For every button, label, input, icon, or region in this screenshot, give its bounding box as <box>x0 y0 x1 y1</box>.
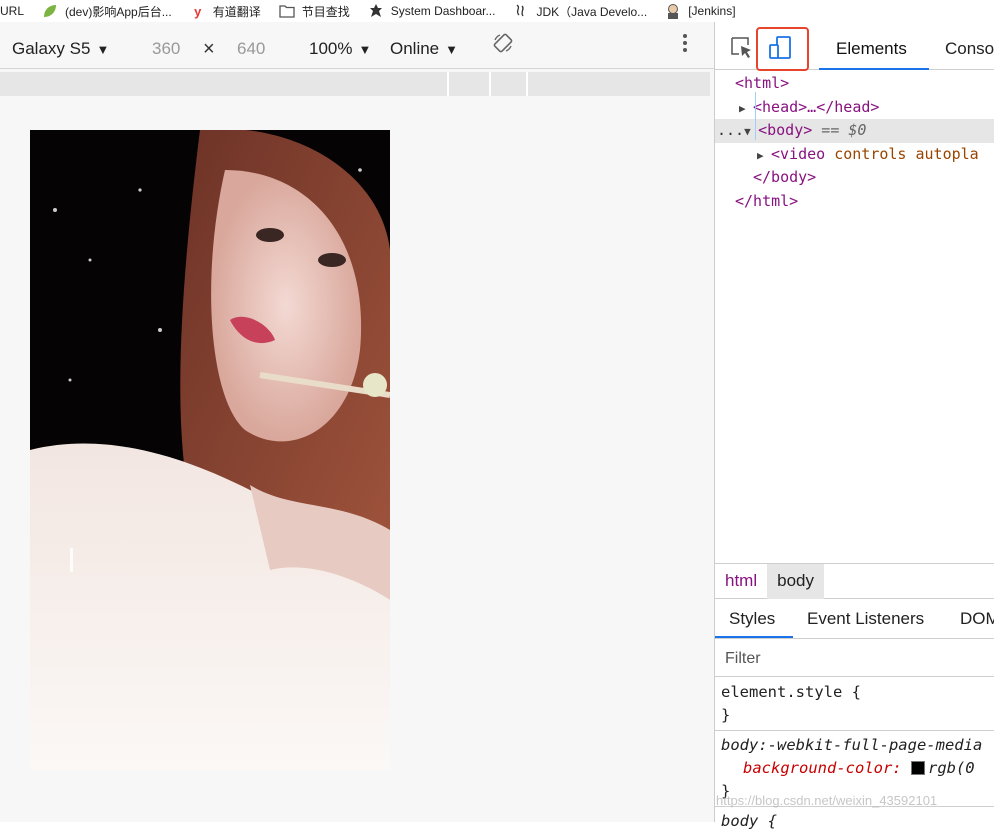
bookmarks-bar: URL (dev)影响App后台... y 有道翻译 节目查找 System D… <box>0 0 994 22</box>
bookmark-label: System Dashboar... <box>390 4 496 18</box>
indent-guide <box>755 92 756 140</box>
tab-event-listeners[interactable]: Event Listeners <box>807 609 924 629</box>
video-player[interactable] <box>30 130 390 770</box>
bookmark-system-dashboard[interactable]: System Dashboar... <box>368 3 496 19</box>
bookmark-label: [Jenkins] <box>688 4 736 18</box>
devtools-tabbar: Elements Conso <box>715 27 994 71</box>
style-rule-element[interactable]: element.style { } <box>715 678 994 731</box>
youdao-icon: y <box>194 3 202 19</box>
expand-triangle-icon[interactable]: ▶ <box>757 144 771 168</box>
bookmark-label: URL <box>0 4 25 18</box>
tag-text: <html> <box>735 74 790 92</box>
breadcrumb: html body <box>715 563 994 599</box>
zoom-value: 100% <box>309 39 353 58</box>
bookmark-program-search[interactable]: 节目查找 <box>279 3 350 20</box>
folder-icon <box>279 3 295 19</box>
rule-close: } <box>721 706 731 724</box>
active-tab-indicator <box>819 68 929 70</box>
attr-text: controls autopla <box>825 144 979 163</box>
width-input[interactable]: 360 <box>152 39 180 59</box>
expand-triangle-icon[interactable]: ▶ <box>739 97 753 121</box>
dom-node-video[interactable]: ▶ <video controls autopla <box>715 143 994 167</box>
bookmark-youdao[interactable]: y 有道翻译 <box>190 3 261 20</box>
jdk-icon <box>513 3 529 19</box>
toolbar-divider <box>0 68 714 69</box>
styles-pane: element.style { } body:-webkit-full-page… <box>715 678 994 836</box>
tab-styles[interactable]: Styles <box>729 609 775 629</box>
tag-text: <video <box>771 144 826 163</box>
caret-down-icon: ▼ <box>358 41 372 57</box>
device-name: Galaxy S5 <box>12 39 91 58</box>
inspect-element-icon[interactable] <box>729 35 755 61</box>
tab-elements[interactable]: Elements <box>836 39 907 59</box>
dom-tree: <html> ▶ <head>…</head> ...▼ <body> == $0 … <box>715 72 994 213</box>
property-name: background-color: <box>743 759 902 777</box>
tag-text: <body> <box>758 121 813 139</box>
watermark: https://blog.csdn.net/weixin_43592101 <box>716 793 938 808</box>
node-actions-ellipsis[interactable]: ... <box>717 121 744 139</box>
rule-selector: body:-webkit-full-page-media <box>721 736 983 754</box>
filter-input[interactable] <box>719 645 994 673</box>
bookmark-jdk[interactable]: JDK（Java Develo... <box>513 3 647 20</box>
dom-node-body-close[interactable]: </body> <box>715 166 994 190</box>
bookmark-label: 节目查找 <box>301 4 350 19</box>
tab-dom-breakpoints[interactable]: DOM <box>960 609 994 629</box>
tag-text: <head>…</head> <box>753 97 880 116</box>
bookmark-dev-app[interactable]: (dev)影响App后台... <box>42 3 172 20</box>
rule-selector: element.style { <box>721 683 861 701</box>
bookmark-url[interactable]: URL <box>0 4 24 18</box>
bookmark-jenkins[interactable]: [Jenkins] <box>665 3 736 19</box>
breadcrumb-body[interactable]: body <box>767 563 824 599</box>
bookmark-label: 有道翻译 <box>212 4 261 19</box>
devtools-panel: Elements Conso <html> ▶ <head>…</head> ..… <box>714 22 994 830</box>
caret-down-icon: ▼ <box>445 41 459 57</box>
dom-node-html[interactable]: <html> <box>715 72 994 96</box>
tag-text: </html> <box>735 191 799 210</box>
dashboard-icon <box>368 3 384 19</box>
device-toolbar: Galaxy S5 ▼ 360 × 640 100% ▼ Online ▼ <box>0 30 714 69</box>
leaf-icon <box>42 3 58 19</box>
tag-text: </body> <box>753 168 817 186</box>
jenkins-icon <box>665 3 681 19</box>
network-throttle-select[interactable]: Online ▼ <box>390 39 458 59</box>
active-subtab-indicator <box>715 636 793 638</box>
more-vertical-icon[interactable] <box>682 32 688 54</box>
styles-filter <box>715 641 994 677</box>
selected-node-marker: == $0 <box>812 121 867 139</box>
color-swatch-icon[interactable] <box>910 761 925 775</box>
style-declaration[interactable]: background-color: rgb(0 <box>721 757 989 780</box>
height-input[interactable]: 640 <box>237 39 265 59</box>
bookmark-label: (dev)影响App后台... <box>65 4 172 19</box>
media-query-bar[interactable] <box>0 72 710 96</box>
dom-node-head[interactable]: ▶ <head>…</head> <box>715 96 994 120</box>
bookmark-label: JDK（Java Develo... <box>536 4 648 19</box>
device-viewport-area: Galaxy S5 ▼ 360 × 640 100% ▼ Online ▼ <box>0 22 714 822</box>
sidebar-tabbar: Styles Event Listeners DOM <box>715 599 994 639</box>
tab-console[interactable]: Conso <box>945 39 994 59</box>
dom-node-html-close[interactable]: </html> <box>715 190 994 214</box>
rotate-icon[interactable] <box>492 32 514 54</box>
video-frame-image <box>30 130 390 770</box>
times-icon: × <box>203 37 215 60</box>
caret-down-icon: ▼ <box>96 41 110 57</box>
property-value: rgb(0 <box>927 759 975 777</box>
device-select[interactable]: Galaxy S5 ▼ <box>12 39 109 59</box>
dom-node-body[interactable]: ...▼ <body> == $0 <box>715 119 994 143</box>
device-toolbar-toggle-icon[interactable] <box>768 35 794 61</box>
breadcrumb-html[interactable]: html <box>715 564 767 599</box>
network-value: Online <box>390 39 440 58</box>
zoom-select[interactable]: 100% ▼ <box>309 39 371 59</box>
